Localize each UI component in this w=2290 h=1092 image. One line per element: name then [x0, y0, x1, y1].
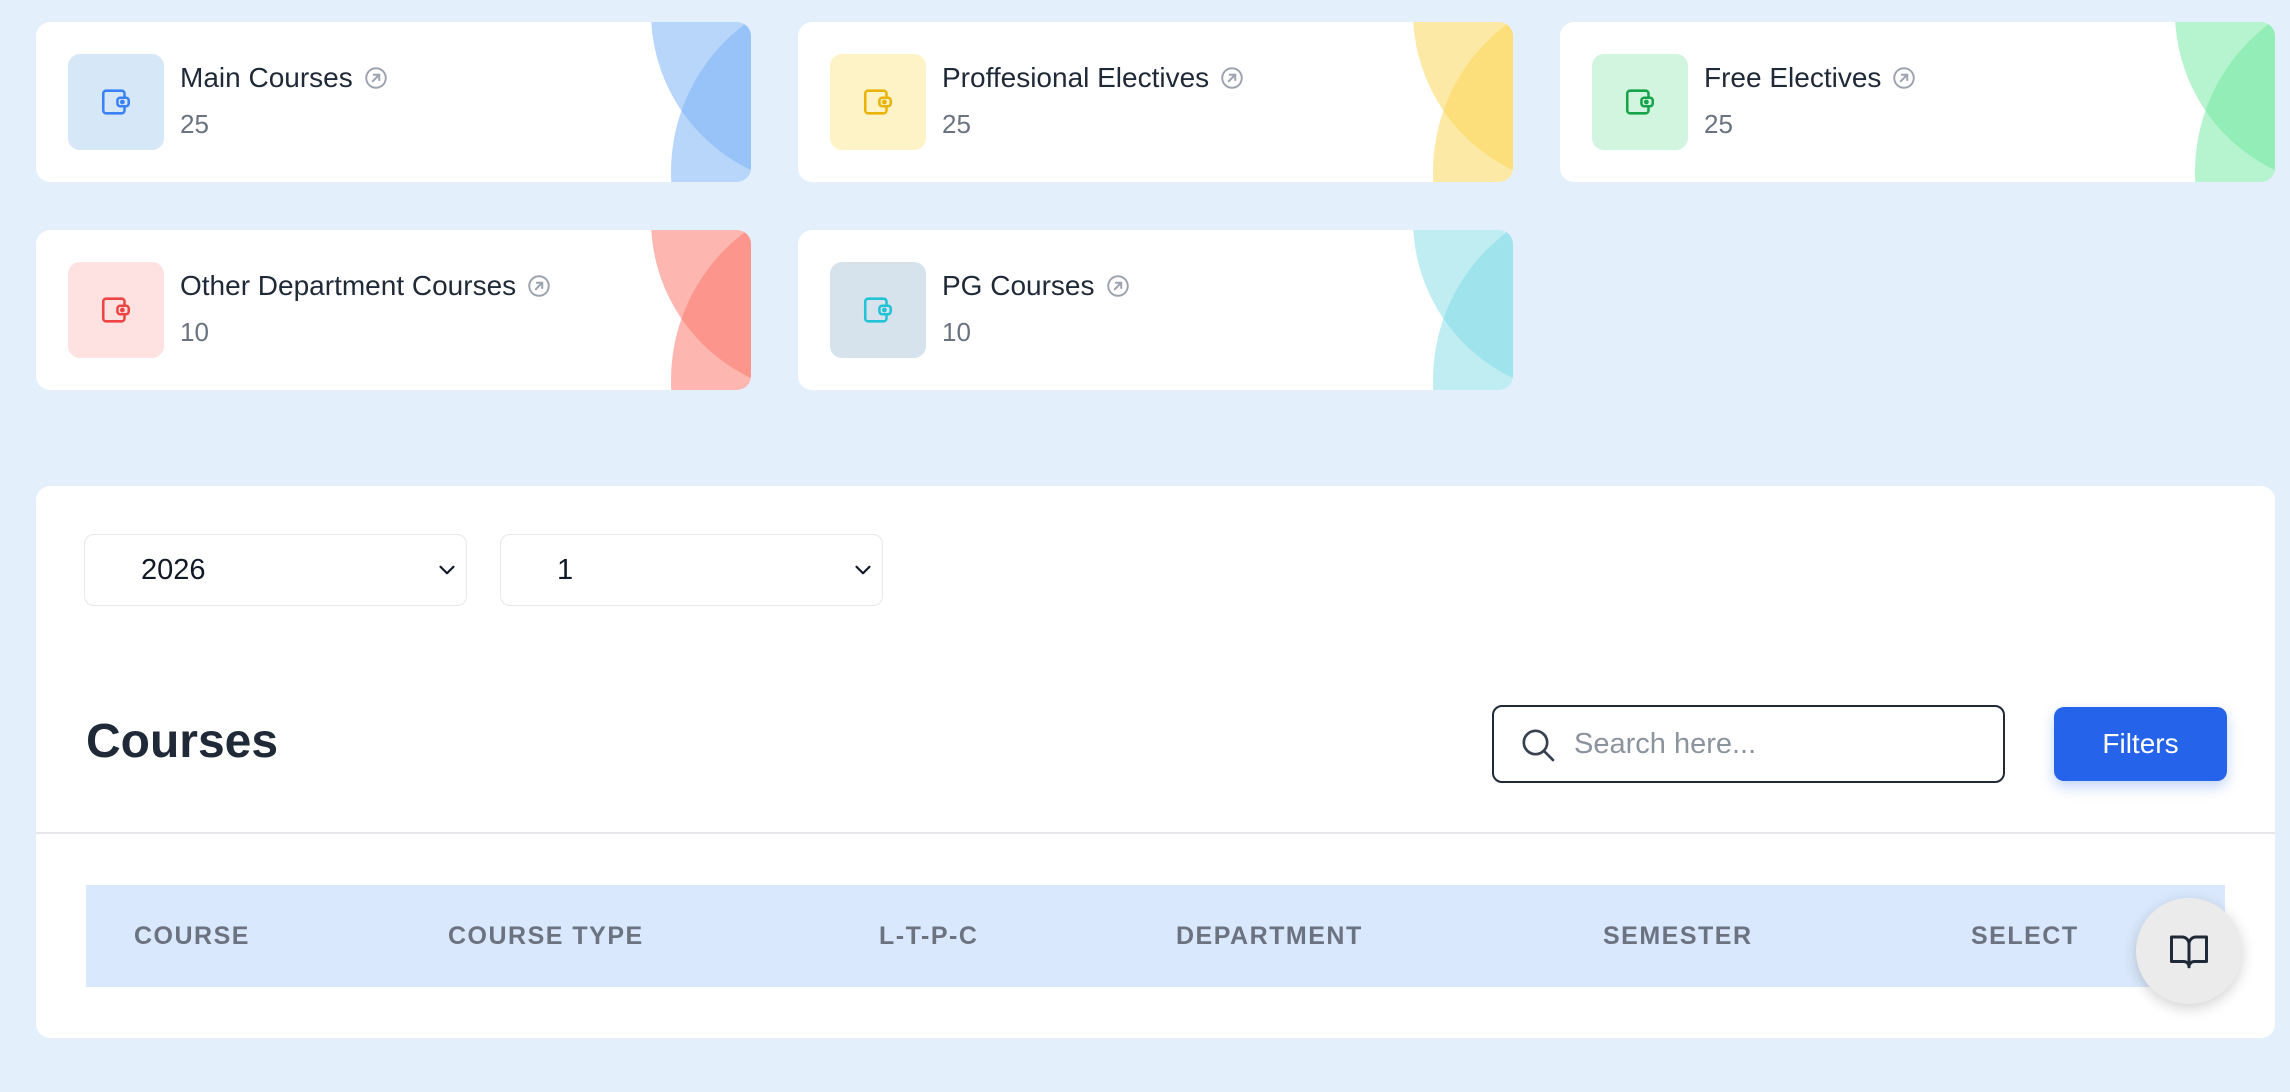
chevron-down-icon	[855, 565, 871, 575]
year-select-value: 2026	[141, 554, 206, 586]
search-input[interactable]	[1574, 721, 1984, 767]
card-title: Proffesional Electives	[942, 62, 1245, 94]
semester-select-value: 1	[557, 554, 574, 586]
wallet-icon	[830, 262, 926, 358]
arrow-up-right-circle-icon[interactable]	[363, 65, 389, 91]
column-header-course[interactable]: COURSE	[134, 922, 250, 951]
wallet-icon	[1592, 54, 1688, 150]
card-count: 25	[1704, 109, 1733, 139]
column-header-department[interactable]: DEPARTMENT	[1176, 922, 1363, 951]
courses-panel: 2026 1 Courses Filters COURSE COURSE TYP…	[36, 486, 2275, 1038]
column-header-course-type[interactable]: COURSE TYPE	[448, 922, 644, 951]
card-decoration	[651, 22, 751, 182]
stat-card-main-courses[interactable]: Main Courses 25	[36, 22, 751, 182]
card-count: 10	[180, 317, 209, 347]
arrow-up-right-circle-icon[interactable]	[1219, 65, 1245, 91]
arrow-up-right-circle-icon[interactable]	[1105, 273, 1131, 299]
column-header-select[interactable]: SELECT	[1971, 922, 2079, 951]
open-book-icon	[2170, 935, 2208, 969]
wallet-icon	[68, 262, 164, 358]
arrow-up-right-circle-icon[interactable]	[526, 273, 552, 299]
table-header: COURSE COURSE TYPE L-T-P-C DEPARTMENT SE…	[86, 885, 2225, 987]
card-count: 25	[942, 109, 971, 139]
column-header-ltpc[interactable]: L-T-P-C	[879, 922, 978, 951]
column-header-semester[interactable]: SEMESTER	[1603, 922, 1753, 951]
page-title: Courses	[86, 715, 279, 768]
stat-card-pg-courses[interactable]: PG Courses 10	[798, 230, 1513, 390]
book-fab-button[interactable]	[2136, 898, 2242, 1004]
wallet-icon	[830, 54, 926, 150]
card-decoration	[1413, 22, 1513, 182]
divider	[36, 832, 2275, 834]
card-title: Other Department Courses	[180, 270, 552, 302]
card-title: Main Courses	[180, 62, 389, 94]
stat-card-free-electives[interactable]: Free Electives 25	[1560, 22, 2275, 182]
card-title: PG Courses	[942, 270, 1131, 302]
search-icon	[1522, 729, 1555, 762]
card-decoration	[651, 230, 751, 390]
wallet-icon	[68, 54, 164, 150]
search-box[interactable]	[1492, 705, 2005, 783]
stat-card-other-department-courses[interactable]: Other Department Courses 10	[36, 230, 751, 390]
filters-button[interactable]: Filters	[2054, 707, 2227, 781]
arrow-up-right-circle-icon[interactable]	[1891, 65, 1917, 91]
card-decoration	[1413, 230, 1513, 390]
card-count: 25	[180, 109, 209, 139]
semester-select[interactable]: 1	[500, 534, 883, 606]
card-title: Free Electives	[1704, 62, 1917, 94]
stat-card-professional-electives[interactable]: Proffesional Electives 25	[798, 22, 1513, 182]
card-count: 10	[942, 317, 971, 347]
card-decoration	[2175, 22, 2275, 182]
chevron-down-icon	[439, 565, 455, 575]
year-select[interactable]: 2026	[84, 534, 467, 606]
